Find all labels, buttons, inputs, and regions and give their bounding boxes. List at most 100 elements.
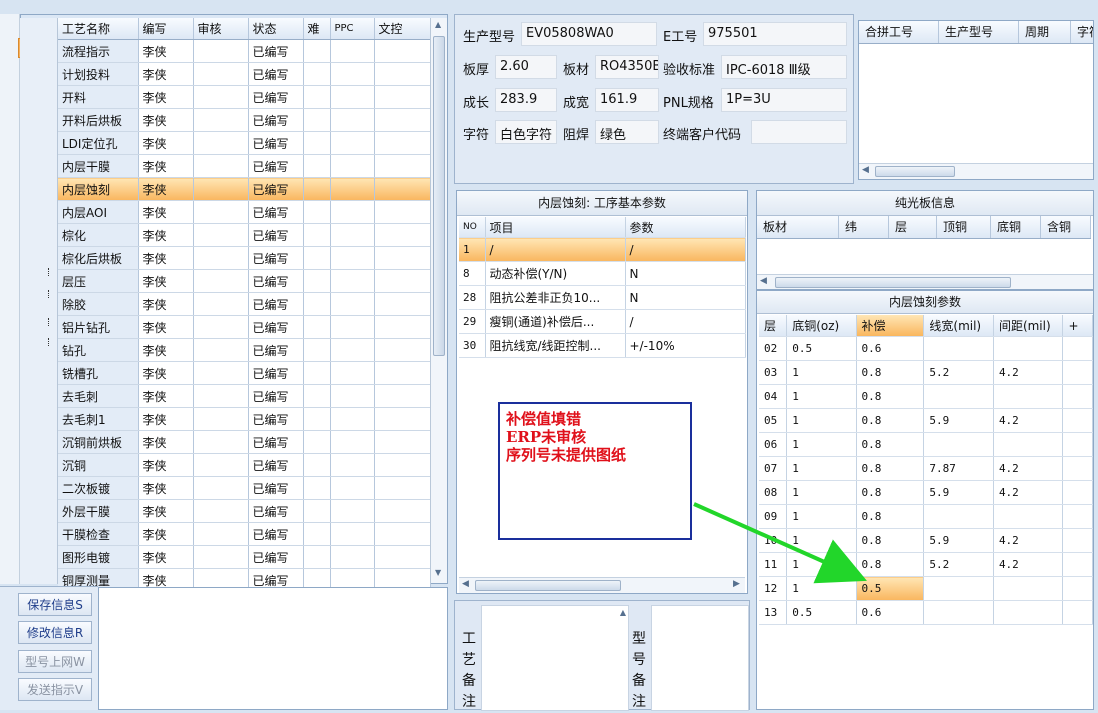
table-cell[interactable] <box>330 62 375 86</box>
scroll-up-arrow-icon[interactable]: ▲ <box>435 20 441 29</box>
table-cell[interactable] <box>303 200 331 224</box>
table-cell[interactable] <box>374 200 431 224</box>
table-cell[interactable] <box>330 131 375 155</box>
process-table-vertical-scrollbar[interactable]: ▲ ▼ <box>430 18 447 583</box>
model-field[interactable]: EV05808WA0 <box>521 22 657 46</box>
customer-code-field[interactable] <box>751 120 847 144</box>
table-cell[interactable]: 已编写 <box>248 430 304 454</box>
table-cell[interactable]: 李侠 <box>138 476 194 500</box>
table-cell[interactable] <box>193 246 249 270</box>
table-cell[interactable]: 去毛刺 <box>58 384 139 408</box>
table-cell[interactable] <box>374 430 431 454</box>
upload-model-button[interactable]: 型号上网W <box>18 650 92 673</box>
table-cell[interactable]: 1 <box>786 528 857 553</box>
table-cell[interactable] <box>330 545 375 569</box>
memo-text-area[interactable] <box>98 587 448 710</box>
table-cell[interactable]: 钻孔 <box>58 338 139 362</box>
table-cell[interactable] <box>374 338 431 362</box>
table-cell[interactable] <box>374 292 431 316</box>
table-cell[interactable]: 李侠 <box>138 292 194 316</box>
merged-orders-horizontal-scrollbar[interactable]: ◀ <box>859 163 1093 179</box>
table-cell[interactable]: 13 <box>759 600 788 625</box>
table-cell[interactable]: 0.8 <box>856 456 925 481</box>
column-header[interactable]: 项目 <box>485 217 626 238</box>
table-cell[interactable] <box>1062 480 1093 505</box>
table-cell[interactable]: 已编写 <box>248 108 304 132</box>
table-cell[interactable] <box>330 453 375 477</box>
table-cell[interactable] <box>374 246 431 270</box>
table-cell[interactable] <box>374 154 431 178</box>
table-cell[interactable]: 7.87 <box>923 456 994 481</box>
table-cell[interactable] <box>923 576 994 601</box>
column-header[interactable]: 底铜 <box>991 216 1041 238</box>
table-cell[interactable] <box>374 315 431 339</box>
table-cell[interactable]: 0.5 <box>856 576 925 601</box>
table-cell[interactable]: / <box>625 237 746 262</box>
table-row[interactable]: 04 1 0.8 <box>759 384 1093 409</box>
table-cell[interactable] <box>330 85 375 109</box>
table-cell[interactable]: 06 <box>759 432 788 457</box>
material-field[interactable]: RO4350B <box>595 55 659 79</box>
table-cell[interactable] <box>1062 528 1093 553</box>
table-row[interactable]: 09 1 0.8 <box>759 504 1093 529</box>
table-cell[interactable]: 0.6 <box>856 336 925 361</box>
table-cell[interactable]: 已编写 <box>248 85 304 109</box>
table-cell[interactable]: 李侠 <box>138 522 194 546</box>
table-cell[interactable]: / <box>625 309 746 334</box>
table-cell[interactable] <box>303 384 331 408</box>
table-cell[interactable] <box>303 476 331 500</box>
table-cell[interactable]: 0.8 <box>856 432 925 457</box>
table-cell[interactable]: 1 <box>786 456 857 481</box>
table-cell[interactable] <box>193 522 249 546</box>
column-header[interactable]: 顶铜 <box>937 216 991 238</box>
scroll-up-arrow-icon[interactable]: ▲ <box>620 608 626 617</box>
table-cell[interactable] <box>330 430 375 454</box>
table-cell[interactable] <box>1062 408 1093 433</box>
table-cell[interactable]: 28 <box>459 285 486 310</box>
table-row[interactable]: 29 瘦铜(通道)补偿后... / <box>459 309 746 334</box>
solder-mask-field[interactable]: 绿色 <box>595 120 659 144</box>
table-cell[interactable] <box>193 223 249 247</box>
column-header[interactable]: PPC <box>330 18 375 40</box>
table-cell[interactable]: 4.2 <box>993 480 1064 505</box>
table-cell[interactable]: 07 <box>759 456 788 481</box>
table-cell[interactable]: 已编写 <box>248 200 304 224</box>
bare-board-horizontal-scrollbar[interactable]: ◀ <box>757 274 1093 289</box>
table-cell[interactable]: 除胶 <box>58 292 139 316</box>
table-cell[interactable]: 08 <box>759 480 788 505</box>
table-cell[interactable]: 8 <box>459 261 486 286</box>
process-remark-input[interactable]: ▲ <box>481 605 629 711</box>
table-cell[interactable] <box>303 177 331 201</box>
table-cell[interactable]: 内层AOI <box>58 200 139 224</box>
length-field[interactable]: 283.9 <box>495 88 557 112</box>
table-cell[interactable]: 层压 <box>58 269 139 293</box>
table-row[interactable]: 干膜检查 李侠 已编写 <box>58 522 431 546</box>
table-cell[interactable] <box>374 223 431 247</box>
table-cell[interactable]: 李侠 <box>138 430 194 454</box>
table-cell[interactable]: 0.8 <box>856 480 925 505</box>
table-cell[interactable] <box>193 154 249 178</box>
width-field[interactable]: 161.9 <box>595 88 659 112</box>
table-cell[interactable] <box>303 62 331 86</box>
eno-field[interactable]: 975501 <box>703 22 847 46</box>
standard-field[interactable]: IPC-6018 Ⅲ级 <box>721 55 847 79</box>
table-cell[interactable]: 计划投料 <box>58 62 139 86</box>
table-cell[interactable] <box>993 600 1064 625</box>
table-cell[interactable]: 开料 <box>58 85 139 109</box>
table-cell[interactable] <box>330 522 375 546</box>
table-cell[interactable]: +/-10% <box>625 333 746 358</box>
table-cell[interactable]: 李侠 <box>138 131 194 155</box>
table-cell[interactable]: 李侠 <box>138 407 194 431</box>
table-cell[interactable]: 已编写 <box>248 384 304 408</box>
table-cell[interactable] <box>374 361 431 385</box>
table-cell[interactable] <box>303 545 331 569</box>
table-cell[interactable] <box>193 85 249 109</box>
table-cell[interactable]: 已编写 <box>248 177 304 201</box>
table-cell[interactable] <box>374 85 431 109</box>
column-header[interactable]: 层 <box>759 315 788 337</box>
table-cell[interactable] <box>1062 384 1093 409</box>
table-row[interactable]: 内层AOI 李侠 已编写 <box>58 200 431 224</box>
table-cell[interactable] <box>374 131 431 155</box>
table-cell[interactable] <box>330 200 375 224</box>
table-cell[interactable]: 已编写 <box>248 39 304 63</box>
